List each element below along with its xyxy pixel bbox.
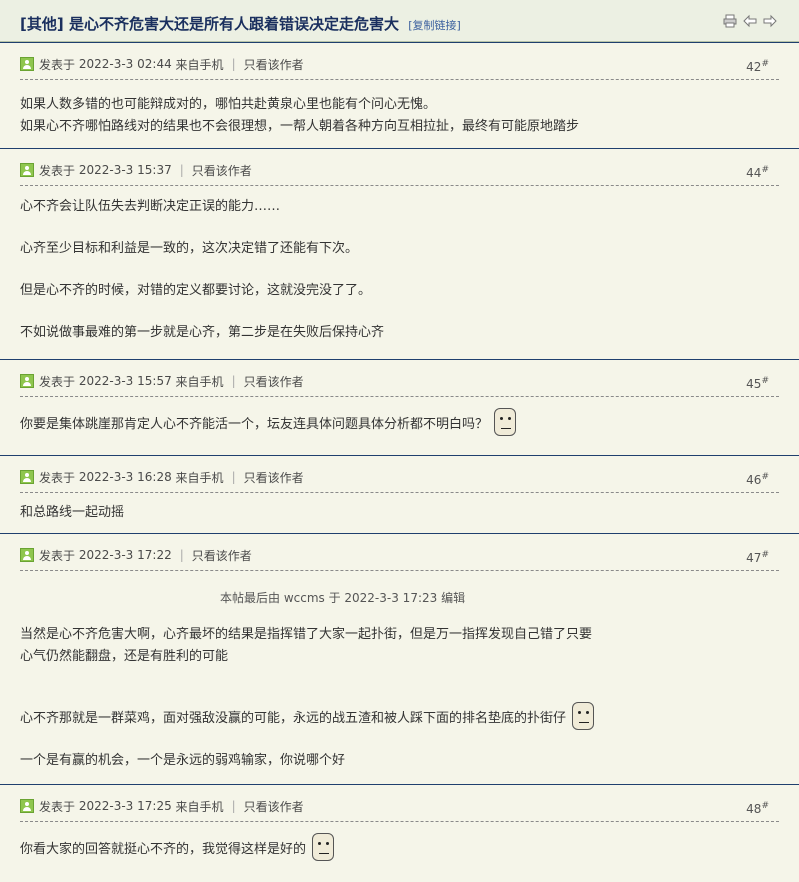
- post-42: 发表于 2022-3-3 02:44 来自手机 | 只看该作者 42# 如果人数…: [0, 42, 799, 148]
- post-body: 你要是集体跳崖那肯定人心不齐能活一个，坛友连具体问题具体分析都不明白吗？: [20, 408, 779, 436]
- only-author-link[interactable]: 只看该作者: [244, 56, 304, 73]
- post-45: 发表于 2022-3-3 15:57 来自手机 | 只看该作者 45# 你要是集…: [0, 359, 799, 455]
- posted-label: 发表于: [39, 163, 76, 178]
- post-line: 不如说做事最难的第一步就是心齐，第二步是在失败后保持心齐: [20, 325, 385, 340]
- smiley-icon: [312, 833, 335, 861]
- divider: [20, 492, 779, 493]
- post-meta: 发表于 2022-3-3 15:57 来自手机 | 只看该作者: [20, 373, 304, 389]
- divider: [20, 185, 779, 186]
- post-meta: 发表于 2022-3-3 02:44 来自手机 | 只看该作者: [20, 56, 304, 72]
- post-body: 你看大家的回答就挺心不齐的，我觉得这样是好的: [20, 833, 779, 861]
- post-line: 但是心不齐的时候，对错的定义都要讨论，这就没完没了了。: [20, 283, 372, 298]
- post-meta: 发表于 2022-3-3 17:25 来自手机 | 只看该作者: [20, 798, 304, 814]
- post-source: 来自手机: [175, 799, 224, 814]
- only-author-link[interactable]: 只看该作者: [192, 162, 252, 179]
- user-icon[interactable]: [20, 374, 34, 388]
- only-author-link[interactable]: 只看该作者: [244, 373, 304, 390]
- edit-note: 本帖最后由 wccms 于 2022-3-3 17:23 编辑: [220, 591, 466, 605]
- print-icon[interactable]: [723, 14, 737, 28]
- user-icon[interactable]: [20, 163, 34, 177]
- post-body: 当然是心不齐危害大啊，心齐最坏的结果是指挥错了大家一起扑街，但是万一指挥发现自己…: [20, 624, 779, 772]
- post-line: 心不齐那就是一群菜鸡，面对强敌没赢的可能，永远的战五渣和被人踩下面的排名垫底的扑…: [20, 702, 779, 730]
- post-line: 一个是有赢的机会，一个是永远的弱鸡输家，你说哪个好: [20, 753, 346, 768]
- thread-header: [其他] 是心不齐危害大还是所有人跟着错误决定走危害大 [复制链接]: [0, 0, 799, 42]
- divider: [20, 821, 779, 822]
- post-time: 2022-3-3 17:25: [78, 799, 172, 813]
- posted-label: 发表于: [39, 57, 76, 72]
- floor-number[interactable]: 44#: [746, 165, 769, 180]
- post-source: 来自手机: [175, 374, 224, 389]
- thread-category[interactable]: [其他]: [20, 15, 64, 33]
- post-line: 心不齐会让队伍失去判断决定正误的能力……: [20, 199, 281, 214]
- post-meta: 发表于 2022-3-3 17:22 | 只看该作者: [20, 547, 252, 563]
- thread-title: [其他] 是心不齐危害大还是所有人跟着错误决定走危害大 [复制链接]: [20, 13, 461, 34]
- post-48: 发表于 2022-3-3 17:25 来自手机 | 只看该作者 48# 你看大家…: [0, 784, 799, 882]
- user-icon[interactable]: [20, 799, 34, 813]
- floor-number[interactable]: 45#: [746, 376, 769, 391]
- floor-number[interactable]: 47#: [746, 550, 769, 565]
- post-body: 如果人数多错的也可能辩成对的，哪怕共赴黄泉心里也能有个问心无愧。 如果心不齐哪怕…: [20, 94, 779, 138]
- post-time: 2022-3-3 02:44: [78, 57, 172, 71]
- posted-label: 发表于: [39, 548, 76, 563]
- post-body: 和总路线一起动摇: [20, 502, 779, 524]
- post-line: 心齐至少目标和利益是一致的，这次决定错了还能有下次。: [20, 241, 359, 256]
- post-source: 来自手机: [175, 57, 224, 72]
- post-time: 2022-3-3 15:57: [78, 374, 172, 388]
- posted-label: 发表于: [39, 799, 76, 814]
- smiley-icon: [494, 408, 517, 436]
- post-meta: 发表于 2022-3-3 15:37 | 只看该作者: [20, 162, 252, 178]
- previous-thread-icon[interactable]: [743, 14, 757, 28]
- only-author-link[interactable]: 只看该作者: [244, 469, 304, 486]
- post-line: 心气仍然能翻盘，还是有胜利的可能: [20, 649, 229, 664]
- user-icon[interactable]: [20, 57, 34, 71]
- user-icon[interactable]: [20, 548, 34, 562]
- post-line: 如果人数多错的也可能辩成对的，哪怕共赴黄泉心里也能有个问心无愧。: [20, 97, 437, 112]
- post-line: 当然是心不齐危害大啊，心齐最坏的结果是指挥错了大家一起扑街，但是万一指挥发现自己…: [20, 627, 593, 642]
- post-line: 和总路线一起动摇: [20, 505, 125, 520]
- post-46: 发表于 2022-3-3 16:28 来自手机 | 只看该作者 46# 和总路线…: [0, 455, 799, 533]
- smiley-icon: [572, 702, 595, 730]
- post-47: 发表于 2022-3-3 17:22 | 只看该作者 47# 本帖最后由 wcc…: [0, 533, 799, 784]
- header-tools: [723, 14, 777, 28]
- floor-number[interactable]: 46#: [746, 472, 769, 487]
- posted-label: 发表于: [39, 470, 76, 485]
- post-line: 你看大家的回答就挺心不齐的，我觉得这样是好的: [20, 833, 779, 861]
- post-time: 2022-3-3 15:37: [78, 163, 172, 177]
- divider: [20, 79, 779, 80]
- post-source: 来自手机: [175, 470, 224, 485]
- post-body: 心不齐会让队伍失去判断决定正误的能力…… 心齐至少目标和利益是一致的，这次决定错…: [20, 196, 779, 344]
- next-thread-icon[interactable]: [763, 14, 777, 28]
- divider: [20, 570, 779, 571]
- copy-link-button[interactable]: [复制链接]: [408, 19, 461, 32]
- posted-label: 发表于: [39, 374, 76, 389]
- post-time: 2022-3-3 17:22: [78, 548, 172, 562]
- post-time: 2022-3-3 16:28: [78, 470, 172, 484]
- thread-title-text: 是心不齐危害大还是所有人跟着错误决定走危害大: [68, 15, 399, 33]
- floor-number[interactable]: 48#: [746, 801, 769, 816]
- divider: [20, 396, 779, 397]
- post-meta: 发表于 2022-3-3 16:28 来自手机 | 只看该作者: [20, 469, 304, 485]
- post-line: 如果心不齐哪怕路线对的结果也不会很理想，一帮人朝着各种方向互相拉扯，最终有可能原…: [20, 119, 580, 134]
- only-author-link[interactable]: 只看该作者: [192, 547, 252, 564]
- user-icon[interactable]: [20, 470, 34, 484]
- post-44: 发表于 2022-3-3 15:37 | 只看该作者 44# 心不齐会让队伍失去…: [0, 148, 799, 359]
- post-line: 你要是集体跳崖那肯定人心不齐能活一个，坛友连具体问题具体分析都不明白吗？: [20, 408, 779, 436]
- floor-number[interactable]: 42#: [746, 59, 769, 74]
- only-author-link[interactable]: 只看该作者: [244, 798, 304, 815]
